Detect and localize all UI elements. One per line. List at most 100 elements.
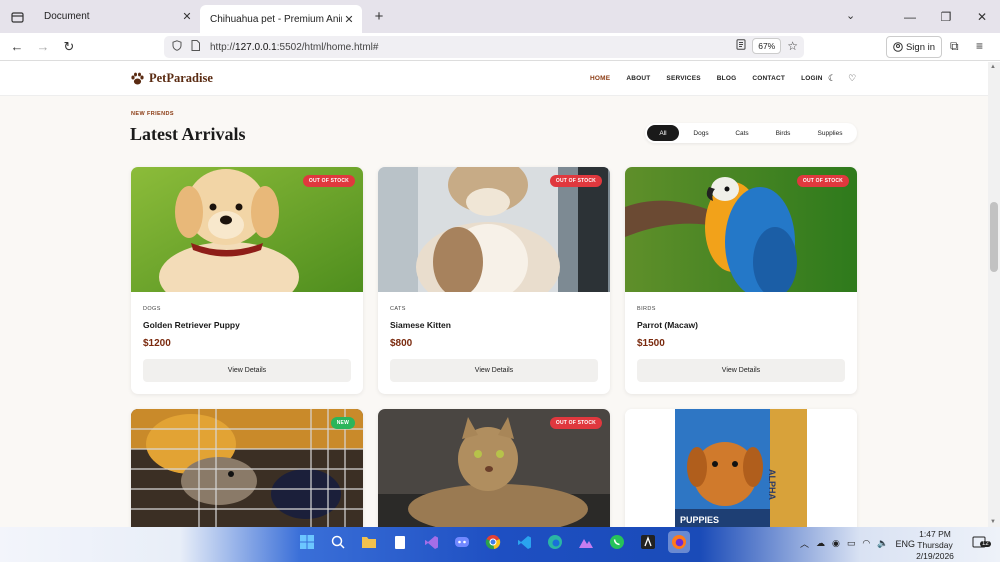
vscode-icon[interactable]: [513, 531, 535, 553]
url-host: 127.0.0.1: [235, 41, 277, 53]
product-card: OUT OF STOCK DOGS Golden Retriever Puppy…: [131, 167, 363, 394]
system-tray: ︿ ☁ ◉ ▭ ◠ 🔈 ENG: [800, 537, 915, 550]
restore-icon[interactable]: ❐: [928, 10, 964, 24]
battery-icon[interactable]: ▭: [847, 538, 856, 549]
browser-tab-strip: Document ✕ Chihuahua pet - Premium Anima…: [0, 0, 1000, 34]
product-card: PUPPIES ALPHA: [625, 409, 857, 527]
logo-text: PetParadise: [149, 71, 213, 85]
tab-chihuahua-pet[interactable]: Chihuahua pet - Premium Animal St ✕: [200, 5, 362, 34]
file-explorer-icon[interactable]: [358, 531, 380, 553]
nav-services[interactable]: SERVICES: [666, 75, 700, 82]
close-tab-icon[interactable]: ✕: [180, 10, 194, 23]
product-card: NEW: [131, 409, 363, 527]
section-eyebrow: NEW FRIENDS: [131, 111, 174, 117]
scroll-up-icon[interactable]: ▲: [990, 64, 996, 70]
visual-studio-icon[interactable]: [420, 531, 442, 553]
start-windows-icon[interactable]: [296, 531, 318, 553]
product-image-dog-food-bag[interactable]: PUPPIES ALPHA: [625, 409, 857, 527]
bookmark-star-icon[interactable]: ☆: [787, 39, 798, 53]
product-category: BIRDS: [637, 306, 656, 312]
nav-home[interactable]: HOME: [590, 75, 610, 82]
filter-dogs[interactable]: Dogs: [679, 125, 723, 141]
notification-count: 12: [980, 541, 991, 547]
product-image-parrot-macaw[interactable]: OUT OF STOCK: [625, 167, 857, 292]
filter-cats[interactable]: Cats: [723, 125, 761, 141]
sign-in-button[interactable]: Sign in: [886, 36, 942, 58]
tab-document[interactable]: Document ✕: [34, 3, 200, 30]
tab-title: Chihuahua pet - Premium Animal St: [210, 14, 342, 25]
chevron-up-icon[interactable]: ︿: [800, 537, 809, 550]
chrome-tray-icon[interactable]: ◉: [832, 538, 840, 549]
close-tab-icon[interactable]: ✕: [342, 13, 356, 26]
product-image-bengal-cat[interactable]: OUT OF STOCK: [378, 409, 610, 527]
product-price: $1200: [143, 338, 171, 349]
account-icon: [893, 42, 903, 52]
onedrive-icon[interactable]: ☁: [816, 538, 825, 549]
filter-all[interactable]: All: [647, 125, 679, 141]
view-details-button[interactable]: View Details: [637, 359, 845, 382]
back-icon[interactable]: ←: [4, 39, 30, 54]
reader-view-icon[interactable]: [736, 39, 746, 53]
address-bar[interactable]: http://127.0.0.1:5502/html/home.html# 67…: [164, 36, 804, 58]
window-controls: — ❐ ✕: [892, 0, 1000, 33]
product-price: $800: [390, 338, 413, 349]
photos-icon[interactable]: [575, 531, 597, 553]
filter-supplies[interactable]: Supplies: [805, 125, 855, 141]
zoom-level[interactable]: 67%: [752, 38, 782, 54]
reload-icon[interactable]: ↻: [56, 39, 82, 55]
forward-icon[interactable]: →: [30, 39, 56, 54]
clock[interactable]: 1:47 PM Thursday 2/19/2026: [905, 529, 965, 562]
search-icon[interactable]: [327, 531, 349, 553]
scroll-down-icon[interactable]: ▼: [990, 519, 996, 525]
product-price: $1500: [637, 338, 665, 349]
scroll-thumb[interactable]: [990, 202, 998, 272]
tab-list-icon[interactable]: [4, 4, 30, 30]
new-tab-icon[interactable]: +: [366, 8, 392, 25]
nav-about[interactable]: ABOUT: [626, 75, 650, 82]
edge-icon[interactable]: [544, 531, 566, 553]
page-scrollbar[interactable]: ▲ ▼: [988, 62, 1000, 527]
whatsapp-icon[interactable]: [606, 531, 628, 553]
product-category: DOGS: [143, 306, 161, 312]
minimize-icon[interactable]: —: [892, 10, 928, 24]
filter-birds[interactable]: Birds: [761, 125, 805, 141]
product-card: OUT OF STOCK CATS Siamese Kitten $800 Vi…: [378, 167, 610, 394]
wifi-icon[interactable]: ◠: [862, 538, 870, 549]
nav-login[interactable]: LOGIN: [801, 75, 823, 82]
site-header: PetParadise HOME ABOUT SERVICES BLOG CON…: [0, 62, 988, 96]
dark-mode-moon-icon[interactable]: ☾: [828, 73, 836, 84]
close-window-icon[interactable]: ✕: [964, 10, 1000, 24]
wishlist-heart-icon[interactable]: ♡: [848, 73, 856, 84]
product-name[interactable]: Parrot (Macaw): [637, 320, 698, 330]
view-details-button[interactable]: View Details: [390, 359, 598, 382]
notification-center-icon[interactable]: 12: [972, 536, 991, 552]
main-nav: HOME ABOUT SERVICES BLOG CONTACT LOGIN: [590, 75, 839, 82]
paw-icon: [131, 72, 144, 84]
notepad-icon[interactable]: [389, 531, 411, 553]
product-image-hamster[interactable]: NEW: [131, 409, 363, 527]
site-logo[interactable]: PetParadise: [130, 71, 213, 86]
volume-icon[interactable]: 🔈: [877, 538, 888, 549]
discord-icon[interactable]: [451, 531, 473, 553]
screen: Document ✕ Chihuahua pet - Premium Anima…: [0, 0, 1000, 562]
shield-icon[interactable]: [168, 40, 186, 54]
menu-icon[interactable]: ≡: [976, 39, 983, 53]
app-a-icon[interactable]: [637, 531, 659, 553]
firefox-icon[interactable]: [668, 531, 690, 553]
product-name[interactable]: Golden Retriever Puppy: [143, 320, 240, 330]
browser-toolbar: ← → ↻ http://127.0.0.1:5502/html/home.ht…: [0, 33, 1000, 61]
taskbar-apps: [296, 531, 690, 553]
extensions-icon[interactable]: ⧉: [950, 39, 959, 54]
nav-blog[interactable]: BLOG: [717, 75, 737, 82]
page-icon[interactable]: [186, 40, 204, 54]
chevron-down-icon[interactable]: ⌄: [846, 9, 855, 22]
view-details-button[interactable]: View Details: [143, 359, 351, 382]
product-name[interactable]: Siamese Kitten: [390, 320, 451, 330]
nav-contact[interactable]: CONTACT: [752, 75, 785, 82]
url-path: :5502/html/home.html#: [276, 41, 379, 53]
windows-taskbar: ︿ ☁ ◉ ▭ ◠ 🔈 ENG 1:47 PM Thursday 2/19/20…: [0, 527, 1000, 562]
chrome-icon[interactable]: [482, 531, 504, 553]
status-badge: OUT OF STOCK: [302, 175, 355, 187]
product-image-golden-retriever-puppy[interactable]: OUT OF STOCK: [131, 167, 363, 292]
product-image-siamese-kitten[interactable]: OUT OF STOCK: [378, 167, 610, 292]
